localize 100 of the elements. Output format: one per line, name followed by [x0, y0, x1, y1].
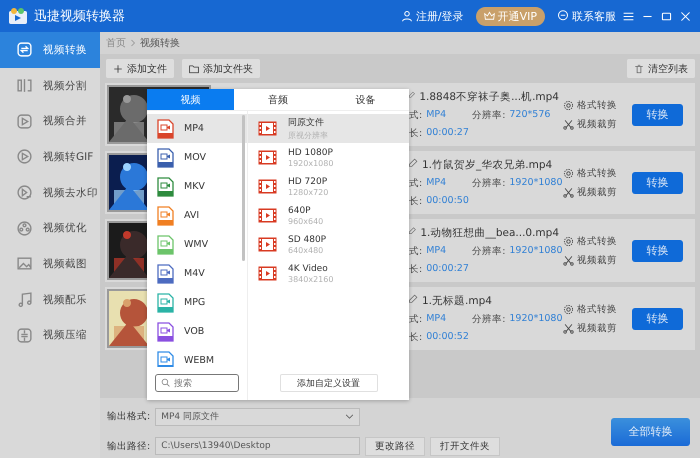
close-icon — [679, 10, 692, 22]
search-field[interactable]: 搜索 — [155, 374, 239, 392]
open-folder-button[interactable]: 打开文件夹 — [430, 436, 500, 456]
format-convert-link[interactable]: 格式转换 — [563, 302, 617, 316]
format-item[interactable]: WEBM — [147, 346, 247, 367]
video-crop-link[interactable]: 视频裁剪 — [563, 118, 617, 130]
duration-label: 长: — [409, 194, 422, 208]
video-file-icon — [157, 176, 174, 196]
chevron-down-icon — [345, 412, 354, 421]
sidebar-label: 视频分割 — [43, 78, 87, 93]
film-icon — [258, 266, 277, 281]
add-file-button[interactable]: 添加文件 — [106, 59, 174, 78]
duration-label: 长: — [409, 262, 422, 276]
preset-name: HD 1080P — [288, 148, 334, 158]
sidebar-item[interactable]: 视频优化 — [0, 210, 100, 246]
add-folder-button[interactable]: 添加文件夹 — [182, 59, 260, 78]
format-item[interactable]: VOB — [147, 317, 247, 346]
duration-value: 00:00:52 — [426, 330, 469, 344]
format-label: 式: — [409, 244, 422, 258]
convert-all-button[interactable]: 全部转换 — [611, 418, 690, 446]
file-name: 1.8848不穿袜子奥...机.mp4 — [419, 90, 559, 104]
sidebar-item[interactable]: 视频转GIF — [0, 139, 100, 175]
format-item[interactable]: MP4 — [147, 114, 247, 143]
sidebar-item[interactable]: 视频截图 — [0, 246, 100, 282]
preset-item[interactable]: 4K Video 3840x2160 — [248, 259, 409, 288]
video-file-icon — [157, 264, 174, 284]
pencil-icon — [409, 226, 416, 234]
video-file-icon — [157, 292, 174, 312]
sidebar-item[interactable]: 视频压缩 — [0, 318, 100, 354]
resolution-label: 分辨率: — [472, 176, 506, 190]
resolution-label: 分辨率: — [472, 108, 506, 122]
clear-list-button[interactable]: 清空列表 — [627, 59, 695, 78]
menu-icon — [622, 10, 635, 22]
split-icon — [16, 77, 33, 94]
format-item[interactable]: MOV — [147, 143, 247, 172]
format-tab[interactable]: 视频 — [147, 89, 234, 110]
resolution-value: 1920*1080 — [509, 312, 562, 326]
app-logo-icon — [8, 7, 28, 25]
convert-button[interactable]: 转换 — [632, 240, 683, 262]
format-convert-link[interactable]: 格式转换 — [563, 234, 617, 248]
preset-item[interactable]: 640P 960x640 — [248, 201, 409, 230]
sidebar-label: 视频压缩 — [43, 328, 87, 342]
sidebar-item[interactable]: 视频去水印 — [0, 174, 100, 210]
folder-icon — [189, 64, 199, 74]
play-icon — [16, 184, 33, 202]
resolution-label: 分辨率: — [472, 312, 506, 326]
video-crop-link[interactable]: 视频裁剪 — [563, 322, 617, 334]
preset-item[interactable]: SD 480P 640x480 — [248, 230, 409, 259]
video-crop-link[interactable]: 视频裁剪 — [563, 254, 617, 266]
duration-value: 00:00:50 — [426, 194, 469, 208]
video-crop-link[interactable]: 视频裁剪 — [563, 186, 617, 198]
pencil-icon — [409, 158, 418, 166]
output-path-field[interactable]: C:\Users\13940\Desktop — [155, 437, 360, 455]
video-file-icon — [157, 350, 174, 367]
resolution-value: 1920*1080 — [509, 176, 562, 190]
format-label: 式: — [409, 312, 422, 326]
sidebar-item[interactable]: 视频转换 — [0, 32, 100, 68]
preset-resolution: 640x480 — [288, 246, 324, 254]
format-item[interactable]: MPG — [147, 288, 247, 317]
file-name: 1.无标题.mp4 — [422, 294, 492, 308]
format-item[interactable]: WMV — [147, 230, 247, 259]
chevron-right-icon — [129, 39, 137, 47]
scissors-icon — [563, 118, 574, 130]
convert-button[interactable]: 转换 — [632, 172, 683, 194]
add-custom-button[interactable]: 添加自定义设置 — [280, 374, 378, 392]
sidebar-item[interactable]: 视频配乐 — [0, 282, 100, 318]
gear-icon — [563, 304, 574, 314]
change-path-button[interactable]: 更改路径 — [365, 436, 426, 456]
preset-name: 4K Video — [288, 264, 329, 274]
sidebar-item[interactable]: 视频合并 — [0, 103, 100, 140]
crown-icon — [484, 10, 495, 22]
video-file-icon — [157, 118, 174, 138]
preset-resolution: 3840x2160 — [288, 274, 334, 284]
preset-item[interactable]: HD 1080P 1920x1080 — [248, 143, 409, 172]
convert-button[interactable]: 转换 — [632, 308, 683, 330]
convert-button[interactable]: 转换 — [632, 104, 683, 126]
format-convert-link[interactable]: 格式转换 — [563, 98, 617, 112]
output-format-dropdown[interactable]: MP4 同原文件 — [155, 408, 360, 426]
trash-icon — [634, 64, 644, 74]
duration-value: 00:00:27 — [426, 262, 469, 276]
search-icon — [161, 378, 170, 387]
film-reel-icon — [16, 220, 33, 237]
duration-label: 长: — [409, 330, 422, 344]
sidebar-item[interactable]: 视频分割 — [0, 68, 100, 104]
format-item[interactable]: M4V — [147, 259, 247, 288]
video-file-icon — [157, 206, 174, 226]
format-tab[interactable]: 设备 — [322, 89, 409, 110]
gear-icon — [563, 100, 574, 110]
support-link[interactable]: 联系客服 — [557, 8, 616, 24]
format-value: MP4 — [426, 244, 446, 258]
format-item[interactable]: AVI — [147, 201, 247, 230]
login-link[interactable]: 注册/登录 — [400, 8, 464, 24]
preset-item[interactable]: HD 720P 1280x720 — [248, 172, 409, 201]
format-convert-link[interactable]: 格式转换 — [563, 166, 617, 180]
gear-icon — [563, 168, 574, 178]
pencil-icon — [409, 90, 416, 98]
video-file-icon — [157, 322, 174, 342]
resolution-label: 分辨率: — [472, 244, 506, 258]
format-item[interactable]: MKV — [147, 172, 247, 201]
scissors-icon — [563, 322, 574, 334]
